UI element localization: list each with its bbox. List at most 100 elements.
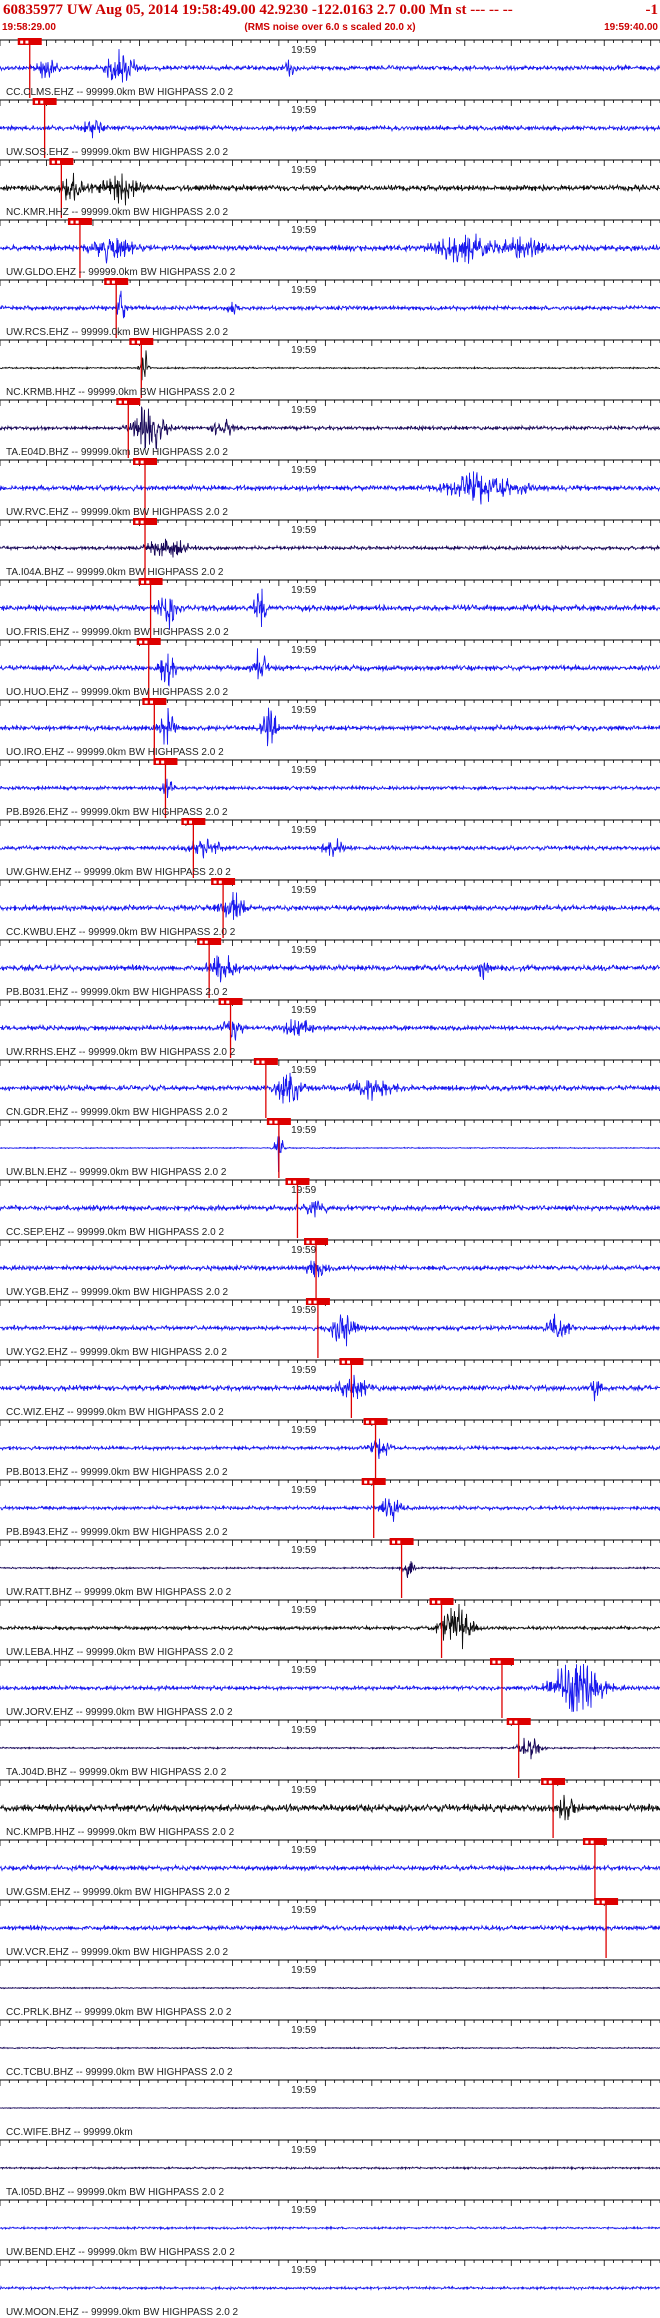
end-time: 19:59:40.00: [604, 22, 658, 33]
phase-pick-text: ■ ■: [213, 880, 222, 886]
channel-label: PB.B013.EHZ -- 99999.0km BW HIGHPASS 2.0…: [6, 1467, 228, 1478]
phase-pick-text: ■ ■: [306, 1240, 315, 1246]
time-tick-label: 19:59: [291, 645, 316, 656]
time-tick-label: 19:59: [291, 2265, 316, 2276]
phase-pick-text: ■ ■: [432, 1600, 441, 1606]
time-tick-label: 19:59: [291, 1905, 316, 1916]
time-tick-label: 19:59: [291, 45, 316, 56]
phase-pick-text: ■ ■: [287, 1180, 296, 1186]
seismogram-plot: 19:59 ■ ■ CC.CLMS.EHZ -- 99999.0km BW HIGH…: [0, 38, 660, 2318]
time-tick-label: 19:59: [291, 1425, 316, 1436]
phase-pick-text: ■ ■: [364, 1480, 373, 1486]
waveform-trace: [0, 1737, 660, 1760]
channel-label: NC.KMPB.HHZ -- 99999.0km BW HIGHPASS 2.0…: [6, 1827, 235, 1838]
channel-label: UW.SOS.EHZ -- 99999.0km BW HIGHPASS 2.0 …: [6, 147, 229, 158]
phase-pick-text: ■ ■: [585, 1840, 594, 1846]
channel-label: PB.B031.EHZ -- 99999.0km BW HIGHPASS 2.0…: [6, 987, 228, 998]
time-tick-label: 19:59: [291, 1725, 316, 1736]
channel-label: UW.LEBA.HHZ -- 99999.0km BW HIGHPASS 2.0…: [6, 1647, 234, 1658]
time-tick-label: 19:59: [291, 285, 316, 296]
time-tick-label: 19:59: [291, 465, 316, 476]
time-tick-label: 19:59: [291, 945, 316, 956]
channel-label: CC.WIFE.BHZ -- 99999.0km: [6, 2127, 133, 2138]
waveform-trace: [0, 406, 660, 450]
channel-label: UW.BLN.EHZ -- 99999.0km BW HIGHPASS 2.0 …: [6, 1167, 227, 1178]
time-tick-label: 19:59: [291, 585, 316, 596]
phase-pick-text: ■ ■: [144, 700, 153, 706]
waveform-trace: [0, 49, 660, 83]
time-tick-label: 19:59: [291, 1605, 316, 1616]
channel-label: CC.SEP.EHZ -- 99999.0km BW HIGHPASS 2.0 …: [6, 1227, 224, 1238]
plot-header: 60835977 UW Aug 05, 2014 19:58:49.00 42.…: [0, 0, 660, 38]
phase-pick-text: ■ ■: [20, 40, 29, 46]
time-tick-label: 19:59: [291, 165, 316, 176]
channel-label: TA.E04D.BHZ -- 99999.0km BW HIGHPASS 2.0…: [6, 447, 228, 458]
waveform-trace: [0, 1019, 660, 1041]
waveform-trace: [0, 2106, 660, 2110]
phase-pick-text: ■ ■: [135, 460, 144, 466]
waveform-trace: [0, 1438, 660, 1460]
channel-label: TA.J04D.BHZ -- 99999.0km BW HIGHPASS 2.0…: [6, 1767, 227, 1778]
waveform-trace: [0, 1561, 660, 1578]
waveform-trace: [0, 1260, 660, 1278]
time-tick-label: 19:59: [291, 1005, 316, 1016]
phase-pick-text: ■ ■: [141, 580, 150, 586]
time-tick-label: 19:59: [291, 1485, 316, 1496]
channel-label: UW.JORV.EHZ -- 99999.0km BW HIGHPASS 2.0…: [6, 1707, 233, 1718]
waveform-trace: [0, 588, 660, 630]
waveform-trace: [0, 838, 660, 859]
waveform-trace: [0, 538, 660, 558]
time-tick-label: 19:59: [291, 225, 316, 236]
waveform-trace: [0, 233, 660, 264]
phase-pick-text: ■ ■: [51, 160, 60, 166]
channel-label: NC.KRMB.HHZ -- 99999.0km BW HIGHPASS 2.0…: [6, 387, 235, 398]
phase-pick-text: ■ ■: [183, 820, 192, 826]
phase-pick-text: ■ ■: [392, 1540, 401, 1546]
time-tick-label: 19:59: [291, 1845, 316, 1856]
channel-label: UO.FRIS.EHZ -- 99999.0km BW HIGHPASS 2.0…: [6, 627, 229, 638]
phase-pick-text: ■ ■: [492, 1660, 501, 1666]
time-tick-label: 19:59: [291, 1125, 316, 1136]
waveform-trace: [0, 1498, 660, 1522]
time-tick-label: 19:59: [291, 705, 316, 716]
channel-label: UW.BEND.EHZ -- 99999.0km BW HIGHPASS 2.0…: [6, 2247, 235, 2258]
time-tick-label: 19:59: [291, 1965, 316, 1976]
channel-label: PB.B926.EHZ -- 99999.0km BW HIGHPASS 2.0…: [6, 807, 228, 818]
waveform-trace: [0, 2165, 660, 2171]
scale-note: (RMS noise over 6.0 s scaled 20.0 x): [244, 22, 416, 33]
time-tick-label: 19:59: [291, 885, 316, 896]
waveform-trace: [0, 119, 660, 139]
waveform-trace: [0, 172, 660, 206]
phase-pick-text: ■ ■: [35, 100, 44, 106]
waveform-trace: [0, 1072, 660, 1104]
waveform-trace: [0, 1863, 660, 1873]
time-tick-label: 19:59: [291, 1665, 316, 1676]
time-tick-label: 19:59: [291, 1245, 316, 1256]
channel-label: UW.YGB.EHZ -- 99999.0km BW HIGHPASS 2.0 …: [6, 1287, 229, 1298]
phase-pick-text: ■ ■: [256, 1060, 265, 1066]
phase-pick-text: ■ ■: [269, 1120, 278, 1126]
waveform-trace: [0, 648, 660, 687]
waveform-trace: [0, 2225, 660, 2231]
time-tick-label: 19:59: [291, 2025, 316, 2036]
phase-pick-text: ■ ■: [135, 520, 144, 526]
channel-label: UW.GHW.EHZ -- 99999.0km BW HIGHPASS 2.0 …: [6, 867, 231, 878]
phase-pick-text: ■ ■: [131, 340, 140, 346]
channel-label: CC.PRLK.BHZ -- 99999.0km BW HIGHPASS 2.0…: [6, 2007, 232, 2018]
phase-pick-text: ■ ■: [509, 1720, 518, 1726]
time-tick-label: 19:59: [291, 345, 316, 356]
phase-pick-text: ■ ■: [366, 1420, 375, 1426]
waveform-trace: [0, 1200, 660, 1218]
phase-pick-text: ■ ■: [341, 1360, 350, 1366]
phase-pick-text: ■ ■: [221, 1000, 230, 1006]
channel-label: UW.YG2.EHZ -- 99999.0km BW HIGHPASS 2.0 …: [6, 1347, 227, 1358]
time-tick-label: 19:59: [291, 105, 316, 116]
phase-pick-text: ■ ■: [308, 1300, 317, 1306]
time-tick-label: 19:59: [291, 525, 316, 536]
channel-label: CN.GDR.EHZ -- 99999.0km BW HIGHPASS 2.0 …: [6, 1107, 228, 1118]
channel-label: TA.I04A.BHZ -- 99999.0km BW HIGHPASS 2.0…: [6, 567, 224, 578]
phase-pick-text: ■ ■: [118, 400, 127, 406]
channel-label: UW.VCR.EHZ -- 99999.0km BW HIGHPASS 2.0 …: [6, 1947, 229, 1958]
waveform-trace: [0, 1603, 660, 1650]
phase-pick-text: ■ ■: [155, 760, 164, 766]
